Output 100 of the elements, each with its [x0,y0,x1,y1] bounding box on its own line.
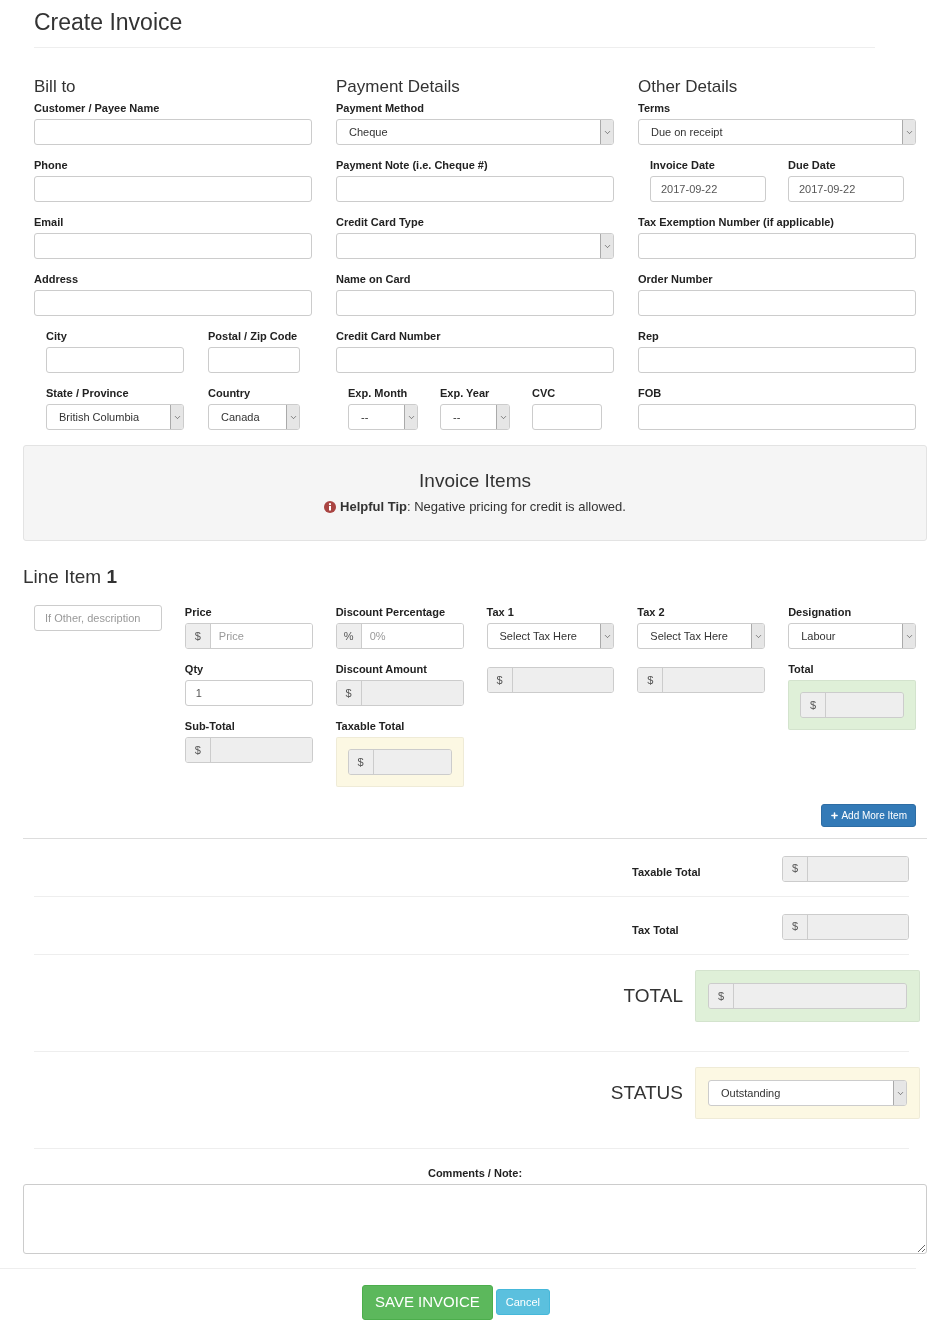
field-label: Due Date [788,158,837,172]
field-label: Phone [34,158,69,172]
add-item-button[interactable]: Add More Item [821,804,916,827]
addon-label: $ [783,914,808,939]
field-label: Tax Exemption Number (if applicable) [638,215,835,229]
item-select[interactable]: Select Tax Here [486,623,615,649]
addon-label: $ [783,856,808,881]
field-label: State / Province [46,386,130,400]
payment-select[interactable]: -- [440,404,510,430]
field-label: Terms [638,101,672,115]
section-heading: Bill to [34,76,77,98]
other-input[interactable] [638,233,916,259]
addon-label: % [336,624,362,648]
addon-label: $ [336,681,362,705]
item-field[interactable]: $ [637,667,766,693]
field-label: Total [788,662,815,676]
field-label: Address [34,272,80,286]
field-label: Taxable Total [335,719,406,733]
field-label: Discount Amount [335,662,428,676]
item-input[interactable]: 1 [184,680,313,706]
line-item-heading: Line Item 1 [23,565,118,589]
item-select[interactable]: Labour [788,623,916,649]
field-label: Customer / Payee Name [34,101,161,115]
page-title: Create Invoice [34,8,184,37]
summary-field[interactable]: $ [782,913,909,940]
field-label: Invoice Date [650,158,716,172]
field-label: Email [34,215,65,229]
bill-input[interactable] [34,119,312,145]
other-input[interactable] [638,290,916,316]
item-field[interactable]: $ [800,692,904,718]
field-label: CVC [532,386,557,400]
field-label: Tax 2 [637,605,666,619]
description-input[interactable]: If Other, description [34,605,162,631]
item-field[interactable]: $ Price [184,623,313,649]
panel-heading: Invoice Items [419,469,531,494]
summary-select[interactable]: Outstanding [708,1080,907,1106]
section-heading: Payment Details [336,76,461,98]
addon-label: $ [801,693,827,717]
field-label: Order Number [638,272,714,286]
bill-input[interactable] [46,347,184,373]
section-heading: Other Details [638,76,739,98]
field-label: City [46,329,68,343]
payment-select[interactable]: -- [348,404,418,430]
item-field[interactable]: $ [335,680,464,706]
bill-input[interactable] [34,176,312,202]
comments-textarea[interactable] [23,1183,927,1254]
date-input[interactable]: 2017-09-22 [650,176,766,202]
payment-input[interactable] [336,347,614,373]
field-label: Payment Note (i.e. Cheque #) [336,158,489,172]
field-label: Discount Percentage [335,605,447,619]
field-label: Rep [638,329,660,343]
summary-field[interactable]: $ [782,855,909,882]
bill-select[interactable]: Canada [208,404,300,430]
field-label: Name on Card [336,272,412,286]
field-label: Sub-Total [184,719,236,733]
addon-label: $ [348,750,374,774]
field-label: Credit Card Number [336,329,442,343]
field-label: Credit Card Type [336,215,425,229]
addon-label: $ [638,668,664,692]
info-icon [324,501,337,513]
addon-label: $ [185,624,211,648]
date-input[interactable]: 2017-09-22 [788,176,904,202]
payment-select[interactable]: Cheque [336,119,614,145]
item-field[interactable]: $ [486,667,615,693]
bill-input[interactable] [34,290,312,316]
field-label: Tax 1 [486,605,515,619]
terms-select[interactable]: Due on receipt [638,119,916,145]
payment-input[interactable] [336,290,614,316]
item-select[interactable]: Select Tax Here [637,623,766,649]
summary-label: STATUS [610,1081,683,1105]
plus-icon [830,811,840,820]
other-input[interactable] [638,404,916,430]
field-label: Payment Method [336,101,425,115]
payment-input[interactable] [336,176,614,202]
field-label: Country [208,386,252,400]
field-label: Qty [184,662,205,676]
field-label: Price [184,605,213,619]
other-input[interactable] [638,347,916,373]
addon-label: $ [185,738,211,762]
field-label: Postal / Zip Code [208,329,299,343]
addon-label: $ [487,668,513,692]
helpful-tip: Helpful Tip: Negative pricing for credit is allowed. [340,498,626,517]
addon-label: $ [709,984,734,1008]
field-label: FOB [638,386,663,400]
bill-input[interactable] [208,347,300,373]
comments-label: Comments / Note: [426,1166,524,1181]
summary-label: TOTAL [623,984,683,1008]
field-label: Exp. Year [440,386,491,400]
summary-label: Tax Total [632,923,680,939]
field-label: Designation [788,605,853,619]
summary-label: Taxable Total [632,865,702,881]
payment-input[interactable] [532,404,602,430]
item-field[interactable]: $ [347,749,452,775]
item-field[interactable]: % 0% [335,623,464,649]
field-label: Exp. Month [348,386,409,400]
payment-select[interactable] [336,233,614,259]
item-field[interactable]: $ [184,737,313,763]
bill-input[interactable] [34,233,312,259]
bill-select[interactable]: British Columbia [46,404,184,430]
summary-field[interactable]: $ [708,983,907,1009]
